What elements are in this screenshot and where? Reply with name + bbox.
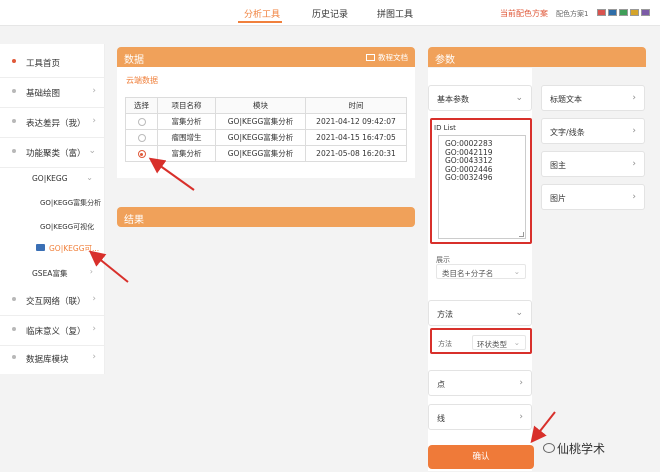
watermark-text: 仙桃学术 [557,442,606,456]
arrow-to-confirm-button [530,411,556,444]
annotation-arrows [88,157,556,444]
wechat-icon [543,443,555,453]
arrow-to-sidebar-item [88,250,129,283]
arrow-to-selected-row [148,157,195,191]
